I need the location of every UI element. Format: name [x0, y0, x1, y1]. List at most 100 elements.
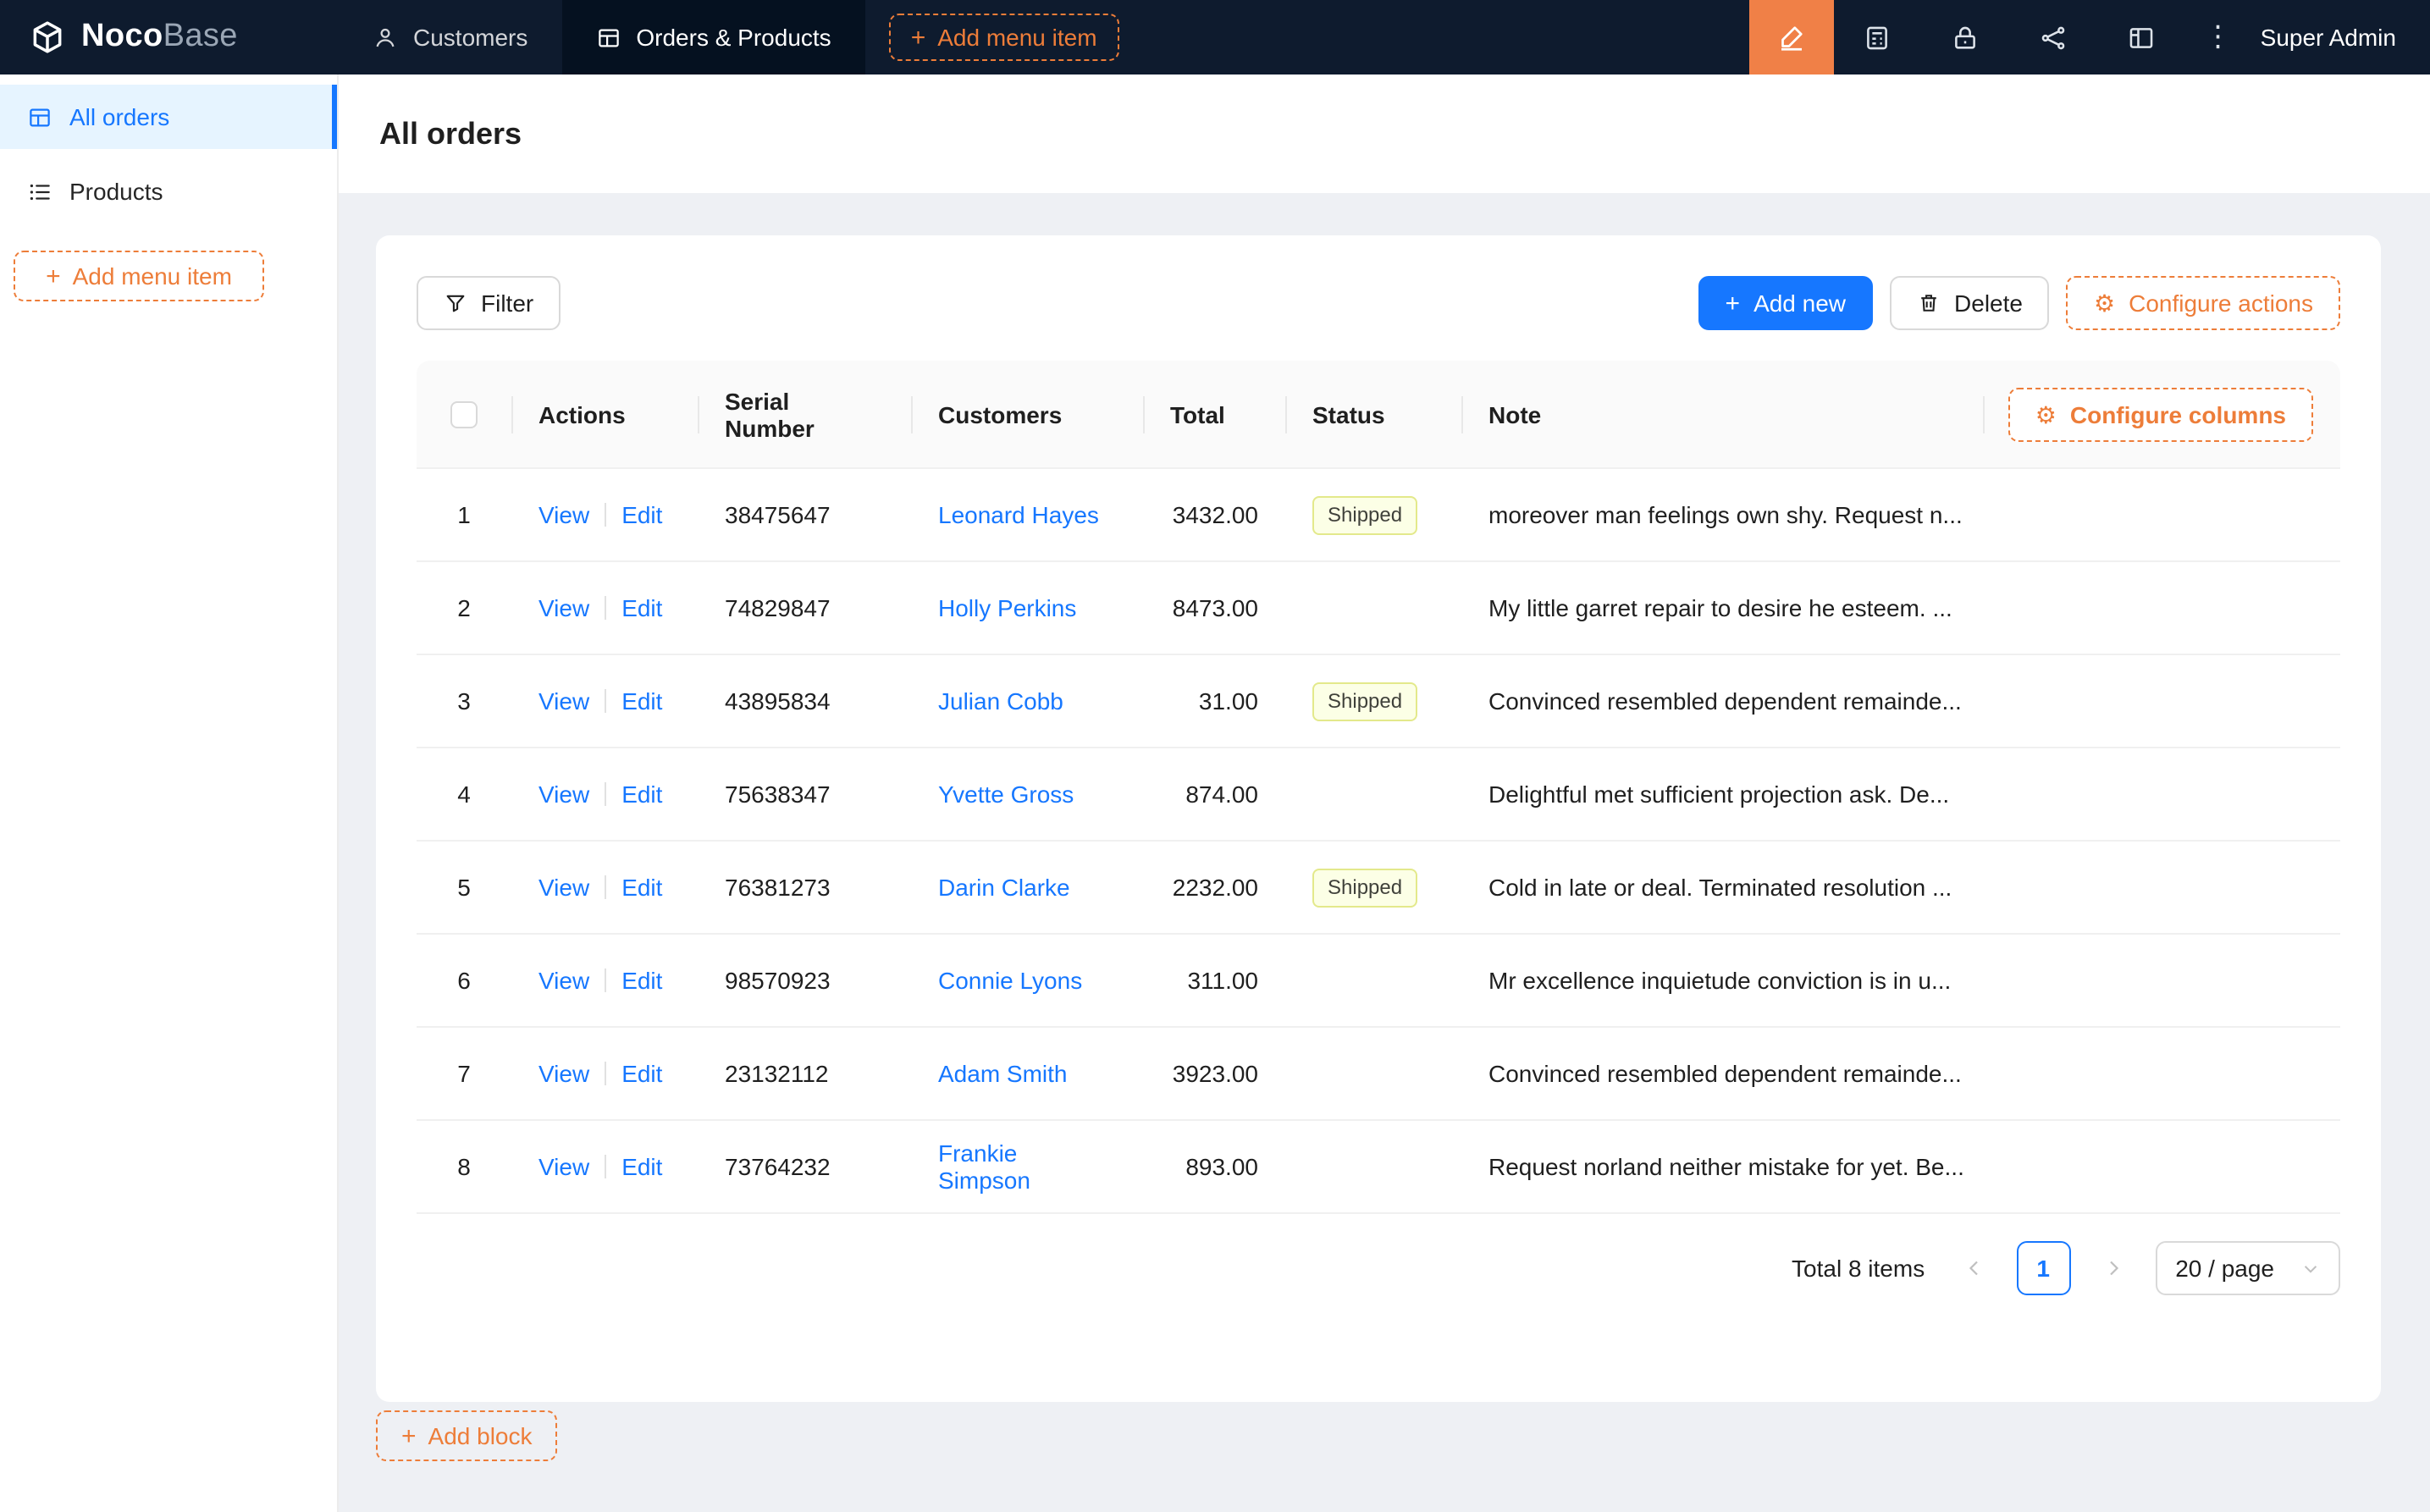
note-cell-wrap: Mr excellence inquietude conviction is i… [1461, 967, 2340, 994]
row-actions-cell: View Edit [511, 967, 698, 994]
serial-cell: 23132112 [698, 1060, 911, 1087]
table-row: 7 View Edit 23132112 Adam Smith 3923.00 … [417, 1028, 2340, 1121]
page-content: Filter + Add new Delete ⚙ [339, 193, 2430, 1461]
page-number-1[interactable]: 1 [2016, 1241, 2070, 1295]
top-menu: Customers Orders & Products + Add menu i… [339, 0, 1119, 74]
row-index: 1 [457, 501, 471, 528]
column-header-total: Total [1143, 400, 1285, 428]
table-row: 6 View Edit 98570923 Connie Lyons 311.00… [417, 935, 2340, 1028]
sidebar-item-products[interactable]: Products [0, 159, 337, 223]
configure-columns-container: ⚙ Configure columns [2008, 387, 2313, 441]
row-select-cell: 1 [417, 501, 511, 528]
serial-cell: 76381273 [698, 874, 911, 901]
logo-text-base: Base [163, 19, 238, 54]
table-header-row: Actions Serial Number Customers Total St… [417, 361, 2340, 469]
add-block-button[interactable]: + Add block [376, 1410, 558, 1461]
current-user[interactable]: Super Admin [2251, 24, 2430, 51]
status-badge: Shipped [1312, 495, 1417, 534]
customer-link[interactable]: Connie Lyons [938, 967, 1082, 994]
edit-link[interactable]: Edit [621, 594, 662, 621]
view-link[interactable]: View [538, 501, 589, 528]
note-cell: My little garret repair to desire he est… [1488, 594, 2313, 621]
add-menu-item-button-top[interactable]: + Add menu item [889, 14, 1119, 61]
customer-link[interactable]: Holly Perkins [938, 594, 1076, 621]
page-size-select[interactable]: 20 / page [2155, 1241, 2340, 1295]
divider [605, 1062, 606, 1085]
total-cell: 874.00 [1143, 781, 1285, 808]
delete-button[interactable]: Delete [1890, 276, 2050, 330]
row-index: 3 [457, 687, 471, 715]
chevron-down-icon [2301, 1259, 2320, 1277]
api-nodes-button[interactable] [2010, 0, 2098, 74]
more-menu-button[interactable]: ⋮ [2186, 0, 2251, 74]
customers-person-icon [373, 25, 398, 50]
list-icon [27, 179, 52, 204]
note-cell-wrap: Cold in late or deal. Terminated resolut… [1461, 874, 2340, 901]
delete-label: Delete [1954, 290, 2023, 317]
lock-button[interactable] [1922, 0, 2010, 74]
configure-columns-button[interactable]: ⚙ Configure columns [2008, 387, 2313, 441]
main-area: All orders Filter + Add new [339, 74, 2430, 1512]
pagination-total: Total 8 items [1792, 1255, 1925, 1282]
plus-icon: + [1726, 290, 1741, 316]
edit-link[interactable]: Edit [621, 687, 662, 715]
customer-link[interactable]: Darin Clarke [938, 874, 1070, 901]
layout-button[interactable] [2098, 0, 2186, 74]
prev-page-button[interactable] [1947, 1241, 2001, 1295]
select-all-cell [417, 400, 511, 428]
view-link[interactable]: View [538, 781, 589, 808]
row-select-cell: 8 [417, 1153, 511, 1180]
customer-link[interactable]: Julian Cobb [938, 687, 1063, 715]
sidebar-item-all-orders[interactable]: All orders [0, 85, 337, 149]
configure-actions-button[interactable]: ⚙ Configure actions [2067, 276, 2340, 330]
total-cell: 31.00 [1143, 687, 1285, 715]
edit-link[interactable]: Edit [621, 967, 662, 994]
next-page-button[interactable] [2085, 1241, 2140, 1295]
view-link[interactable]: View [538, 1060, 589, 1087]
view-link[interactable]: View [538, 687, 589, 715]
row-actions-cell: View Edit [511, 874, 698, 901]
nocobase-logo[interactable]: NocoBase [0, 0, 339, 74]
nav-tab-orders-products[interactable]: Orders & Products [561, 0, 864, 74]
status-cell: Shipped [1285, 495, 1461, 534]
select-all-checkbox[interactable] [450, 400, 478, 428]
nav-tab-customers[interactable]: Customers [339, 0, 561, 74]
top-navbar-right: ⋮ Super Admin [1749, 0, 2430, 74]
customer-link[interactable]: Frankie Simpson [938, 1140, 1030, 1194]
view-link[interactable]: View [538, 874, 589, 901]
total-cell: 893.00 [1143, 1153, 1285, 1180]
ui-editor-button[interactable] [1749, 0, 1834, 74]
filter-button[interactable]: Filter [417, 276, 561, 330]
add-menu-item-button-sidebar[interactable]: + Add menu item [14, 251, 264, 301]
edit-link[interactable]: Edit [621, 874, 662, 901]
pagination: Total 8 items 1 20 / page [417, 1241, 2340, 1295]
edit-link[interactable]: Edit [621, 781, 662, 808]
view-link[interactable]: View [538, 594, 589, 621]
customer-link[interactable]: Yvette Gross [938, 781, 1074, 808]
top-navbar: NocoBase Customers Orders & Products + A… [0, 0, 2430, 74]
plus-icon: + [401, 1423, 417, 1449]
configure-columns-label: Configure columns [2070, 400, 2286, 428]
note-cell-wrap: My little garret repair to desire he est… [1461, 594, 2340, 621]
orders-table-block: Filter + Add new Delete ⚙ [376, 235, 2381, 1402]
edit-link[interactable]: Edit [621, 1060, 662, 1087]
add-new-button[interactable]: + Add new [1698, 276, 1874, 330]
page-header: All orders [339, 74, 2430, 193]
edit-link[interactable]: Edit [621, 501, 662, 528]
row-index: 2 [457, 594, 471, 621]
chevron-right-icon [2102, 1258, 2123, 1278]
note-cell: Cold in late or deal. Terminated resolut… [1488, 874, 2313, 901]
lock-icon [1952, 23, 1980, 52]
customer-link[interactable]: Leonard Hayes [938, 501, 1099, 528]
table-body: 1 View Edit 38475647 Leonard Hayes 3432.… [417, 469, 2340, 1214]
view-link[interactable]: View [538, 1153, 589, 1180]
serial-cell: 74829847 [698, 594, 911, 621]
edit-link[interactable]: Edit [621, 1153, 662, 1180]
view-link[interactable]: View [538, 967, 589, 994]
customer-cell: Holly Perkins [911, 594, 1143, 621]
calculator-button[interactable] [1834, 0, 1922, 74]
serial-cell: 43895834 [698, 687, 911, 715]
customer-link[interactable]: Adam Smith [938, 1060, 1068, 1087]
total-cell: 3923.00 [1143, 1060, 1285, 1087]
gear-icon: ⚙ [2035, 402, 2057, 426]
